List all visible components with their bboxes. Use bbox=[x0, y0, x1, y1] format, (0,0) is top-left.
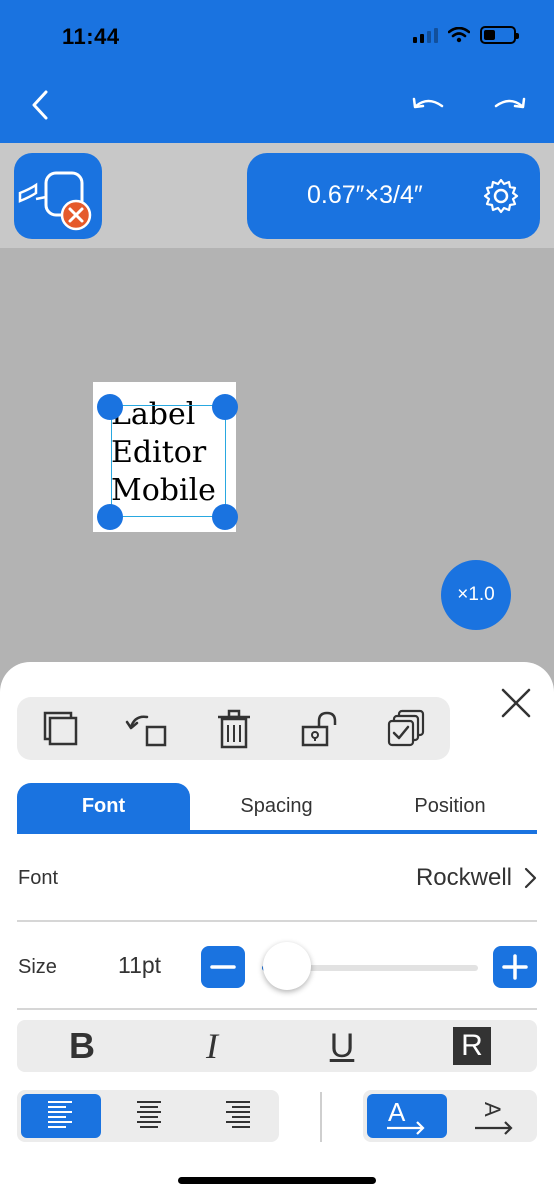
home-indicator bbox=[178, 1177, 376, 1184]
label-size-text: 0.67″×3/4″ bbox=[307, 181, 423, 209]
alignment-bar bbox=[17, 1090, 279, 1142]
device-disconnected-icon bbox=[18, 171, 92, 231]
close-icon[interactable] bbox=[499, 686, 533, 720]
svg-text:A: A bbox=[480, 1102, 505, 1117]
italic-button[interactable]: I bbox=[167, 1020, 257, 1072]
selection-box bbox=[111, 405, 226, 517]
size-slider-thumb[interactable] bbox=[263, 942, 311, 990]
reverse-label: R bbox=[453, 1027, 491, 1065]
chevron-right-icon[interactable] bbox=[522, 866, 538, 890]
back-icon[interactable] bbox=[26, 86, 56, 124]
status-icons bbox=[413, 26, 519, 44]
bold-button[interactable]: B bbox=[37, 1020, 127, 1072]
signal-icon bbox=[413, 27, 438, 43]
decrease-size-button[interactable] bbox=[201, 946, 245, 988]
underline-button[interactable]: U bbox=[297, 1020, 387, 1072]
resize-handle-top-left[interactable] bbox=[97, 394, 123, 420]
minus-icon bbox=[210, 965, 236, 969]
align-left-button[interactable] bbox=[21, 1094, 101, 1138]
size-row-label: Size bbox=[18, 956, 57, 978]
status-time: 11:44 bbox=[62, 24, 120, 49]
zoom-button[interactable]: ×1.0 bbox=[441, 560, 511, 630]
vertical-text-button[interactable]: A bbox=[453, 1094, 533, 1138]
align-left-icon bbox=[48, 1101, 72, 1128]
duplicate-icon[interactable] bbox=[39, 707, 81, 751]
multi-select-icon[interactable] bbox=[385, 707, 427, 751]
properties-tabs: Font Spacing Position bbox=[17, 783, 537, 834]
divider bbox=[17, 920, 537, 922]
battery-icon bbox=[480, 26, 519, 44]
size-value: 11pt bbox=[118, 952, 162, 978]
tab-font[interactable]: Font bbox=[17, 783, 190, 830]
font-row-label: Font bbox=[18, 867, 59, 889]
align-right-button[interactable] bbox=[197, 1094, 277, 1138]
reverse-button[interactable]: R bbox=[427, 1020, 517, 1072]
svg-text:A: A bbox=[388, 1097, 406, 1127]
font-value[interactable]: Rockwell bbox=[416, 864, 512, 892]
resize-handle-bottom-left[interactable] bbox=[97, 504, 123, 530]
tab-position[interactable]: Position bbox=[363, 783, 537, 830]
wifi-icon bbox=[448, 27, 470, 43]
undo-icon[interactable] bbox=[410, 90, 446, 120]
increase-size-button[interactable] bbox=[493, 946, 537, 988]
gear-icon[interactable] bbox=[482, 177, 520, 215]
vertical-text-icon: A bbox=[475, 1102, 513, 1135]
lock-icon[interactable] bbox=[299, 707, 341, 751]
text-direction-bar: A A bbox=[363, 1090, 537, 1142]
horizontal-text-button[interactable]: A bbox=[367, 1094, 447, 1138]
object-tools-bar bbox=[17, 697, 450, 760]
label-size-button[interactable]: 0.67″×3/4″ bbox=[247, 153, 540, 239]
align-center-icon bbox=[137, 1101, 161, 1128]
plus-icon bbox=[502, 954, 528, 980]
align-right-icon bbox=[226, 1101, 250, 1128]
top-app-bar: 11:44 bbox=[0, 0, 554, 143]
divider bbox=[320, 1092, 322, 1142]
resize-handle-bottom-right[interactable] bbox=[212, 504, 238, 530]
divider bbox=[17, 1008, 537, 1010]
text-style-bar: B I U R bbox=[17, 1020, 537, 1072]
delete-icon[interactable] bbox=[213, 707, 255, 751]
tab-spacing[interactable]: Spacing bbox=[190, 783, 363, 830]
resize-handle-top-right[interactable] bbox=[212, 394, 238, 420]
align-center-button[interactable] bbox=[109, 1094, 189, 1138]
horizontal-text-icon: A bbox=[387, 1097, 425, 1135]
printer-connection-button[interactable] bbox=[14, 153, 102, 239]
rotate-icon[interactable] bbox=[125, 707, 167, 751]
redo-icon[interactable] bbox=[492, 90, 528, 120]
